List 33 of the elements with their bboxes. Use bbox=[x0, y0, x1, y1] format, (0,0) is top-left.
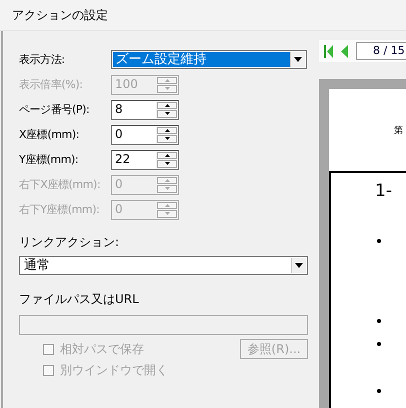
bullet-icon bbox=[377, 389, 381, 393]
field-label: リンクアクション: bbox=[19, 235, 120, 249]
spin-down-icon[interactable] bbox=[164, 137, 170, 140]
section-heading: 1- bbox=[375, 181, 392, 201]
spin-down-icon[interactable] bbox=[164, 112, 170, 116]
spin-up-icon[interactable] bbox=[164, 128, 170, 132]
display-method-dropdown[interactable]: ズーム設定維持 bbox=[110, 50, 307, 69]
spin-field[interactable]: 22 bbox=[111, 150, 179, 170]
link-action-dropdown[interactable]: 通常 bbox=[19, 256, 308, 275]
field-label: 右下Y座標(mm): bbox=[19, 202, 100, 217]
spin-field[interactable]: 8 bbox=[111, 100, 179, 120]
previous-page-icon[interactable] bbox=[341, 44, 348, 58]
page-header-text: 第 bbox=[394, 124, 403, 136]
dropdown-arrow-icon bbox=[295, 263, 303, 268]
field-label: 右下X座標(mm): bbox=[19, 177, 102, 192]
field-label: ページ番号(P): bbox=[19, 102, 90, 117]
spin-down-icon[interactable] bbox=[164, 162, 170, 166]
first-page-icon[interactable] bbox=[324, 44, 333, 58]
field-label: ファイルパス又はURL bbox=[19, 292, 139, 306]
dropdown-arrow-icon bbox=[294, 57, 302, 62]
spin-up-icon[interactable] bbox=[164, 154, 170, 157]
field-label: Y座標(mm): bbox=[19, 152, 80, 167]
field-label: X座標(mm): bbox=[19, 127, 80, 142]
field-label: 表示倍率(%): bbox=[19, 77, 84, 92]
bullet-icon bbox=[377, 239, 381, 243]
spin-field[interactable]: 0 bbox=[111, 124, 179, 144]
page-number-field[interactable]: 8 / 15 bbox=[356, 42, 406, 60]
field-label: 表示方法: bbox=[19, 52, 66, 67]
bullet-icon bbox=[377, 319, 381, 323]
bullet-icon bbox=[377, 342, 381, 346]
field-label: 相対パスで保存 bbox=[60, 341, 144, 358]
field-label: 別ウインドウで開く bbox=[60, 362, 168, 379]
spin-up-icon[interactable] bbox=[164, 104, 170, 107]
